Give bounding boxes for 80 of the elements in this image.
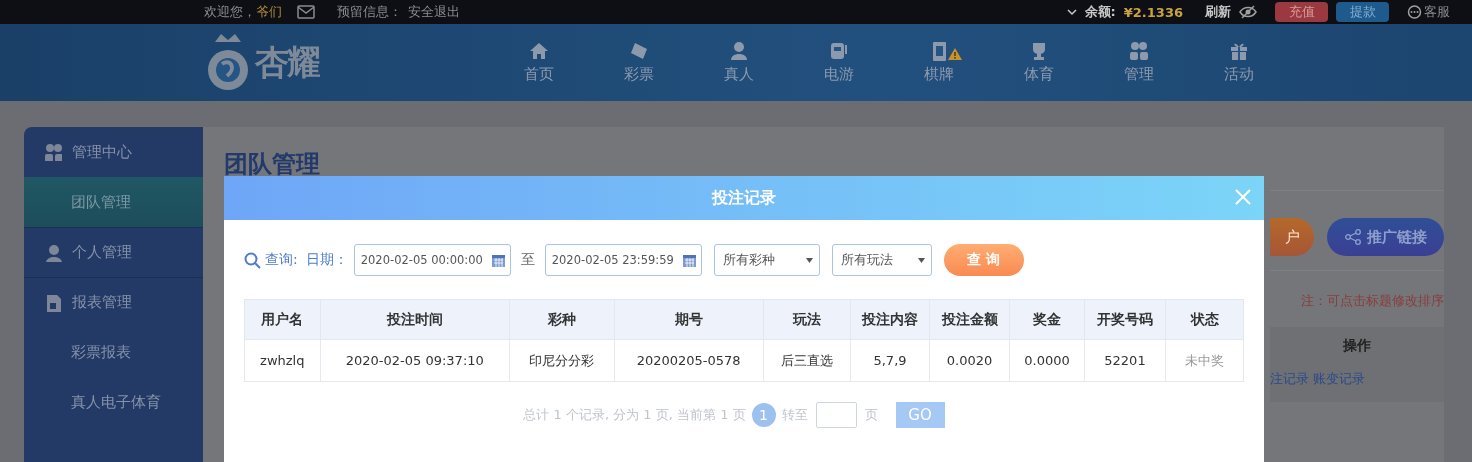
person-icon [729,41,749,61]
column-header[interactable]: 期号 [614,299,764,340]
sidebar-item[interactable]: 真人电子体育 [24,377,203,427]
column-header[interactable]: 奖金 [1009,299,1085,340]
nav-tab[interactable]: 真人 [689,41,789,84]
table-cell: zwhzlq [244,339,321,382]
table-header-cell-text: 操作 [1342,335,1372,355]
calendar-icon [490,252,506,268]
column-header[interactable]: 开奖号码 [1084,299,1166,340]
nav-tab[interactable]: 体育 [989,41,1089,84]
balance-amount: ¥2.1336 [1123,4,1183,20]
people-icon [1129,41,1149,61]
table-cell: 未中奖 [1165,339,1244,382]
person-icon [44,243,62,262]
sidebar-item[interactable]: 彩票报表 [24,327,203,377]
logout-link[interactable]: 安全退出 [408,3,460,21]
reserved-info-label: 预留信息： [337,3,402,21]
sidebar-item[interactable]: 团队管理 [24,177,203,227]
eye-slash-icon[interactable] [1239,5,1257,19]
welcome-text: 欢迎您， [204,3,256,21]
caret-icon [917,257,925,263]
table-cell: 后三直选 [763,339,851,382]
username-link[interactable]: 爷们 [256,3,282,21]
column-header[interactable]: 投注时间 [320,299,510,340]
people-icon [44,143,62,161]
pagination-summary: 总计 1 个记录, 分为 1 页, 当前第 1 页 [523,406,746,424]
nav-tab[interactable]: 管理 [1089,41,1189,84]
deposit-button[interactable]: 充值 [1275,2,1328,22]
nav-tab[interactable]: 电游 [789,41,889,84]
logo-text: 杏耀 [255,40,319,84]
refresh-link[interactable]: 刷新 [1205,3,1231,21]
open-account-button[interactable]: 户 [1270,218,1314,256]
share-link-button[interactable]: 推广链接 [1327,218,1444,256]
table-cell: 20200205-0578 [614,339,764,382]
balance-label: 余额: [1084,3,1116,21]
table-cell: 5,7,9 [850,339,930,382]
nav-tab[interactable]: 活动 [1189,41,1289,84]
table-cell: 52201 [1084,339,1166,382]
chat-icon[interactable] [1407,5,1422,19]
goto-label: 转至 [781,406,808,424]
select-field[interactable]: 所有彩种 [713,244,820,276]
nav-tab[interactable]: 棋牌 [889,41,989,84]
caret-icon [1066,8,1077,16]
column-header[interactable]: 投注内容 [850,299,930,340]
select-field[interactable]: 所有玩法 [831,244,932,276]
withdraw-button[interactable]: 提款 [1336,2,1389,22]
column-header[interactable]: 玩法 [763,299,851,340]
column-header[interactable]: 彩种 [509,299,615,340]
table-cell: 2020-02-05 09:37:10 [320,339,510,382]
nav-tab[interactable]: 首页 [489,41,589,84]
date-label: 日期： [305,251,348,269]
share-icon [1344,229,1361,245]
modal-title: 投注记录 [712,187,776,209]
table-cell: 0.0000 [1009,339,1085,382]
query-label: 查询: [265,251,298,269]
mail-icon[interactable] [297,5,315,19]
home-icon [529,41,549,61]
document-icon [44,293,62,312]
slot-machine-icon [829,41,849,61]
page-input-field[interactable] [815,402,857,428]
ticket-icon [629,41,649,61]
page-number[interactable]: 1 [751,403,776,427]
column-header[interactable]: 用户名 [244,299,321,340]
column-header[interactable]: 状态 [1165,299,1244,340]
nav-tab[interactable]: 彩票 [589,41,689,84]
date-field[interactable]: 2020-02-05 23:59:59 [544,244,702,276]
search-icon [244,251,261,269]
customer-service-link[interactable]: 客服 [1424,3,1450,21]
page-title: 团队管理 [224,149,321,180]
column-header[interactable]: 投注金额 [929,299,1010,340]
calendar-icon [681,252,697,268]
to-label: 至 [520,251,535,269]
table-cell: 印尼分分彩 [509,339,615,382]
caret-icon [805,257,813,263]
date-field[interactable]: 2020-02-05 00:00:00 [353,244,511,276]
search-button[interactable]: 查 询 [943,244,1024,276]
table-cell: 0.0020 [929,339,1010,382]
page-unit-label: 页 [864,406,878,424]
gift-icon [1229,41,1249,61]
sidebar-item[interactable]: 管理中心 [24,127,203,177]
